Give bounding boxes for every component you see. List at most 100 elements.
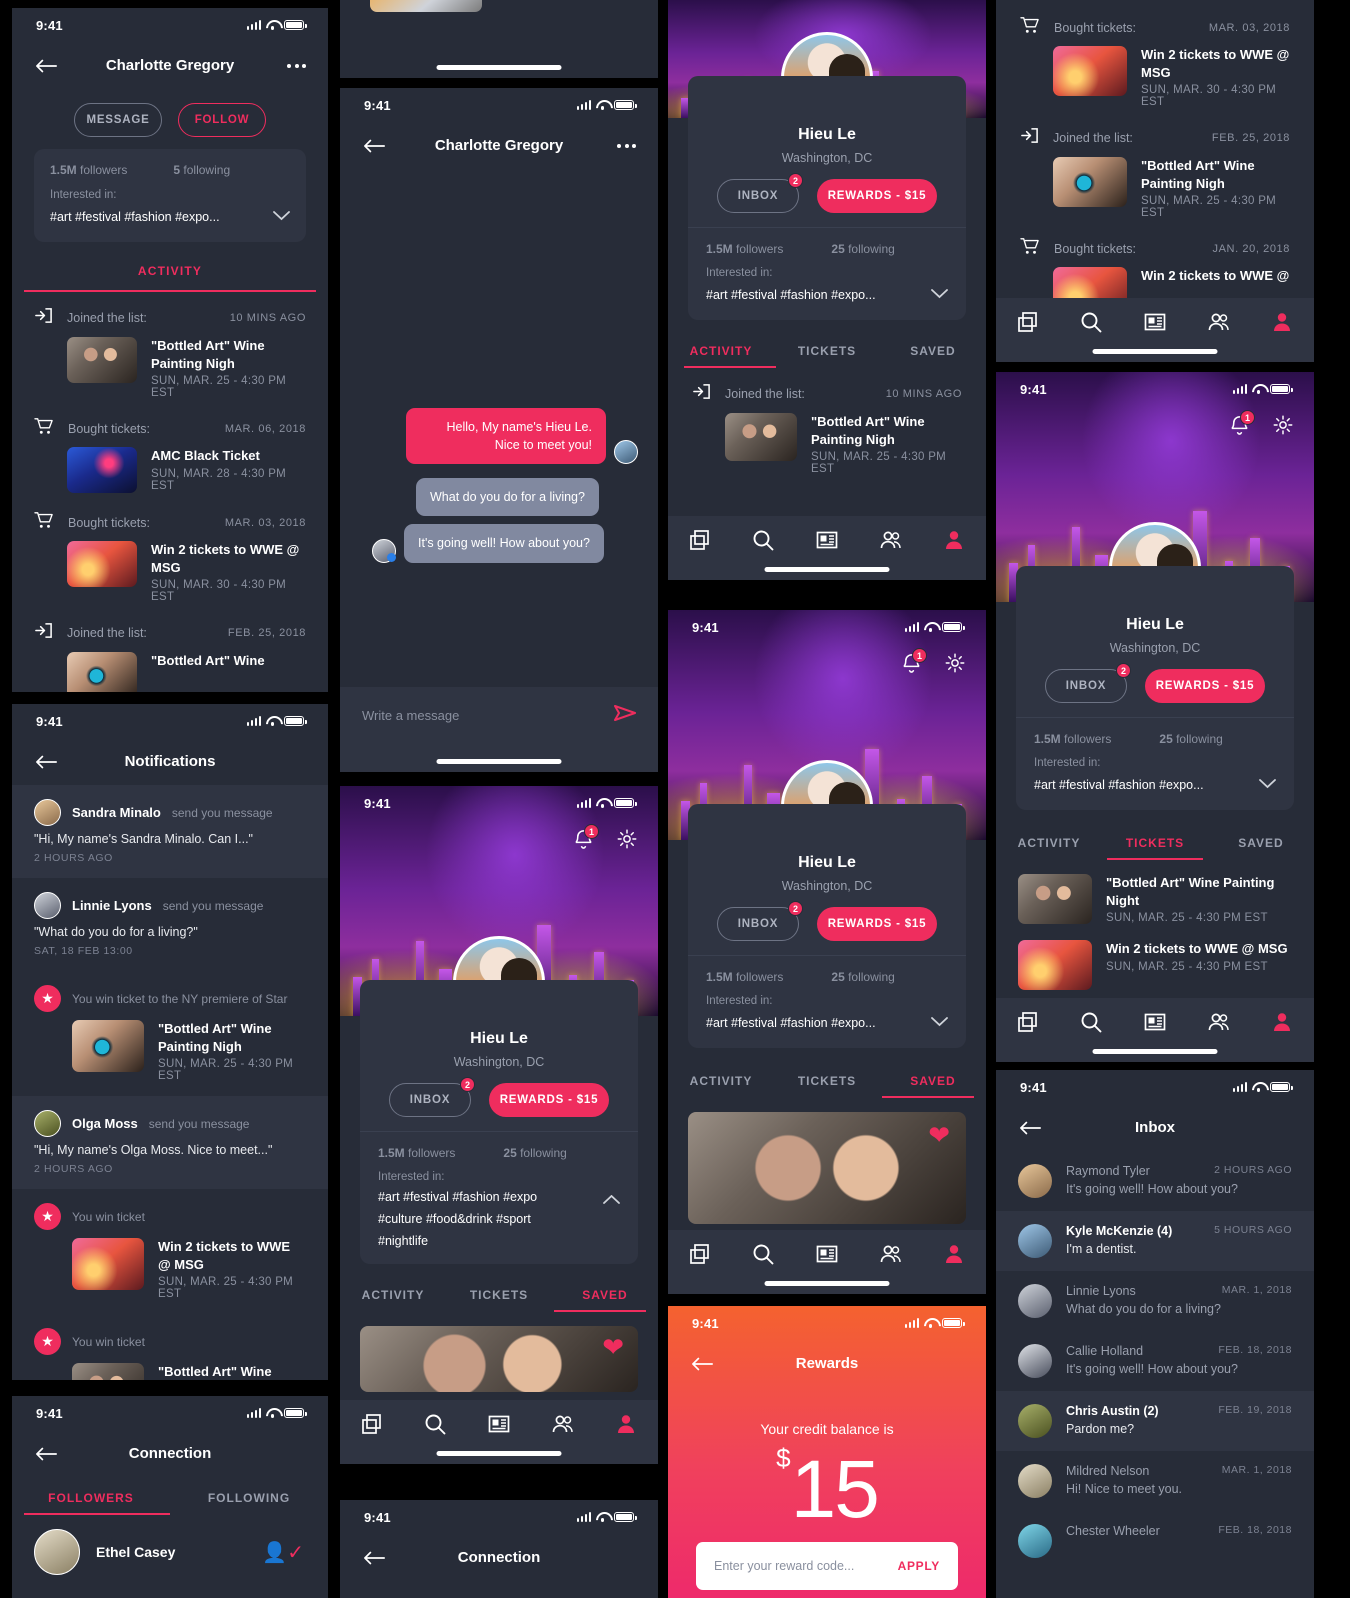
inbox-row[interactable]: Mildred Nelson MAR. 1, 2018 Hi! Nice to … — [996, 1451, 1314, 1511]
tab-tickets[interactable]: TICKETS — [446, 1278, 552, 1312]
heart-icon[interactable]: ❤ — [928, 1120, 950, 1151]
people-icon[interactable] — [1207, 1010, 1231, 1034]
search-icon[interactable] — [423, 1412, 447, 1436]
feed-icon[interactable] — [1143, 1010, 1167, 1034]
gear-icon[interactable] — [616, 828, 638, 855]
rewards-button[interactable]: REWARDS - $15 — [817, 907, 937, 941]
tab-activity[interactable]: ACTIVITY — [996, 826, 1102, 860]
tab-activity[interactable]: ACTIVITY — [668, 334, 774, 368]
feed-icon[interactable] — [487, 1412, 511, 1436]
inbox-row[interactable]: Callie Holland FEB. 18, 2018 It's going … — [996, 1331, 1314, 1391]
person-icon[interactable] — [942, 1242, 966, 1266]
copy-icon[interactable] — [1016, 310, 1040, 334]
rewards-button[interactable]: REWARDS - $15 — [817, 179, 937, 213]
inbox-row[interactable]: Chris Austin (2) FEB. 19, 2018 Pardon me… — [996, 1391, 1314, 1451]
tab-following[interactable]: FOLLOWING — [170, 1481, 328, 1515]
search-icon[interactable] — [751, 1242, 775, 1266]
follow-button[interactable]: FOLLOW — [178, 103, 266, 137]
tab-tickets[interactable]: TICKETS — [774, 1064, 880, 1098]
notification-item[interactable]: Linnie Lyons send you message "What do y… — [12, 878, 328, 971]
ticket-row[interactable]: "Bottled Art" Wine Painting Night SUN, M… — [1018, 874, 1292, 924]
event-thumbnail — [1018, 874, 1092, 924]
person-icon[interactable] — [1270, 1010, 1294, 1034]
activity-row[interactable]: Joined the list: 10 MINS AGO "Bottled Ar… — [34, 306, 306, 399]
rewards-button[interactable]: REWARDS - $15 — [489, 1083, 609, 1117]
person-icon[interactable] — [942, 528, 966, 552]
tab-tickets[interactable]: TICKETS — [1102, 826, 1208, 860]
back-icon[interactable] — [36, 755, 58, 769]
chevron-down-icon[interactable] — [1259, 776, 1276, 794]
inbox-button[interactable]: INBOX — [1045, 669, 1127, 703]
chevron-up-icon[interactable] — [603, 1192, 620, 1210]
tab-saved[interactable]: SAVED — [1208, 826, 1314, 860]
inbox-button[interactable]: INBOX — [717, 907, 799, 941]
send-icon[interactable] — [614, 704, 636, 727]
feed-icon[interactable] — [815, 528, 839, 552]
inbox-button[interactable]: INBOX — [389, 1083, 471, 1117]
back-icon[interactable] — [692, 1357, 714, 1371]
notification-item[interactable]: Sandra Minalo send you message "Hi, My n… — [12, 785, 328, 878]
inbox-row[interactable]: Kyle McKenzie (4) 5 HOURS AGO I'm a dent… — [996, 1211, 1314, 1271]
notification-item[interactable]: ★ You win ticket to the NY premiere of S… — [12, 971, 328, 1096]
search-icon[interactable] — [1079, 1010, 1103, 1034]
back-icon[interactable] — [36, 59, 58, 73]
inbox-row[interactable]: Chester Wheeler FEB. 18, 2018 — [996, 1511, 1314, 1560]
search-icon[interactable] — [1079, 310, 1103, 334]
tab-saved[interactable]: SAVED — [552, 1278, 658, 1312]
person-icon[interactable] — [614, 1412, 638, 1436]
notification-item[interactable]: ★ You win ticket Win 2 tickets to WWE @ … — [12, 1189, 328, 1314]
tab-saved[interactable]: SAVED — [880, 334, 986, 368]
ticket-row[interactable]: Win 2 tickets to WWE @ MSG SUN, MAR. 25 … — [1018, 940, 1292, 991]
more-options-icon[interactable] — [287, 63, 306, 68]
chevron-down-icon[interactable] — [273, 208, 290, 226]
copy-icon[interactable] — [360, 1412, 384, 1436]
inbox-row[interactable]: Raymond Tyler 2 HOURS AGO It's going wel… — [996, 1151, 1314, 1211]
reward-code-input[interactable]: Enter your reward code... — [714, 1559, 898, 1573]
activity-row[interactable]: Bought tickets: MAR. 06, 2018 AMC Black … — [34, 417, 306, 494]
message-input[interactable]: Write a message — [362, 708, 614, 723]
inbox-button[interactable]: INBOX — [717, 179, 799, 213]
person-icon[interactable] — [1270, 310, 1294, 334]
chevron-down-icon[interactable] — [931, 1014, 948, 1032]
notification-bell-icon[interactable]: 1 — [901, 648, 927, 679]
copy-icon[interactable] — [688, 1242, 712, 1266]
activity-row[interactable]: Bought tickets: MAR. 03, 2018 Win 2 tick… — [34, 511, 306, 603]
rewards-button[interactable]: REWARDS - $15 — [1145, 669, 1265, 703]
reward-code-input-group[interactable]: Enter your reward code... APPLY — [696, 1542, 958, 1590]
tab-activity[interactable]: ACTIVITY — [340, 1278, 446, 1312]
feed-icon[interactable] — [815, 1242, 839, 1266]
tab-saved[interactable]: SAVED — [880, 1064, 986, 1098]
saved-photo[interactable]: ❤ — [360, 1326, 638, 1392]
inbox-row[interactable]: Linnie Lyons MAR. 1, 2018 What do you do… — [996, 1271, 1314, 1331]
copy-icon[interactable] — [1016, 1010, 1040, 1034]
people-icon[interactable] — [879, 1242, 903, 1266]
heart-icon[interactable]: ❤ — [602, 1332, 624, 1363]
back-icon[interactable] — [364, 1551, 386, 1565]
follow-check-icon[interactable]: 👤✓ — [262, 1540, 304, 1565]
tab-tickets[interactable]: TICKETS — [774, 334, 880, 368]
feed-icon[interactable] — [1143, 310, 1167, 334]
tab-activity[interactable]: ACTIVITY — [138, 264, 202, 278]
gear-icon[interactable] — [944, 652, 966, 679]
chevron-down-icon[interactable] — [931, 286, 948, 304]
apply-button[interactable]: APPLY — [898, 1559, 940, 1573]
back-icon[interactable] — [364, 139, 386, 153]
copy-icon[interactable] — [688, 528, 712, 552]
notification-item[interactable]: ★ You win ticket "Bottled Art" Wine Pain… — [12, 1314, 328, 1380]
people-icon[interactable] — [879, 528, 903, 552]
activity-row[interactable]: Joined the list: FEB. 25, 2018 "Bottled … — [34, 621, 306, 692]
back-icon[interactable] — [1020, 1121, 1042, 1135]
saved-photo[interactable]: ❤ — [688, 1112, 966, 1224]
notification-bell-icon[interactable]: 1 — [573, 824, 599, 855]
message-button[interactable]: MESSAGE — [74, 103, 162, 137]
tab-activity[interactable]: ACTIVITY — [668, 1064, 774, 1098]
gear-icon[interactable] — [1272, 414, 1294, 441]
search-icon[interactable] — [751, 528, 775, 552]
back-icon[interactable] — [36, 1447, 58, 1461]
more-options-icon[interactable] — [617, 143, 636, 148]
tab-followers[interactable]: FOLLOWERS — [12, 1481, 170, 1515]
notification-item[interactable]: Olga Moss send you message "Hi, My name'… — [12, 1096, 328, 1190]
people-icon[interactable] — [1207, 310, 1231, 334]
people-icon[interactable] — [551, 1412, 575, 1436]
notification-bell-icon[interactable]: 1 — [1229, 410, 1255, 441]
